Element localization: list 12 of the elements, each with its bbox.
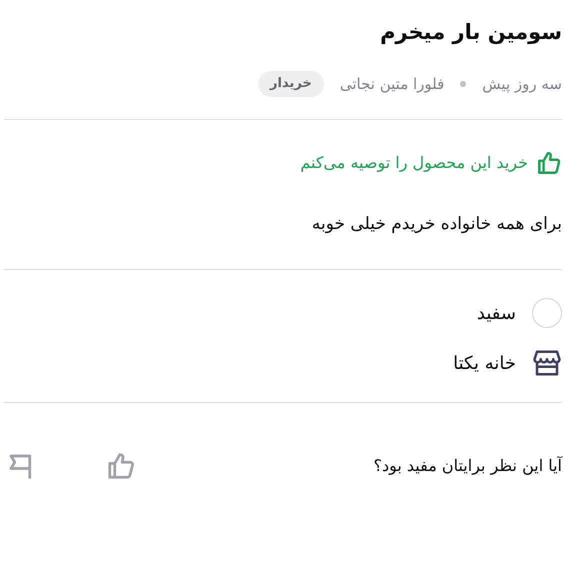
recommendation-text: خرید این محصول را توصیه می‌کنم: [300, 152, 528, 174]
store-icon: [532, 348, 562, 378]
helpful-question: آیا این نظر برایتان مفید بود؟: [373, 455, 562, 478]
review-date: سه روز پیش: [482, 74, 562, 95]
review-text: برای همه خانواده خریدم خیلی خوبه: [310, 212, 562, 236]
color-name: سفید: [476, 302, 516, 326]
separator-dot: [460, 80, 466, 87]
buyer-badge: خریدار: [258, 71, 324, 97]
review-title: سومین بار میخرم: [379, 19, 562, 46]
like-button[interactable]: [106, 451, 136, 482]
seller-name: خانه یکتا: [453, 352, 516, 376]
author-name: فلورا متین نجاتی: [340, 74, 444, 95]
